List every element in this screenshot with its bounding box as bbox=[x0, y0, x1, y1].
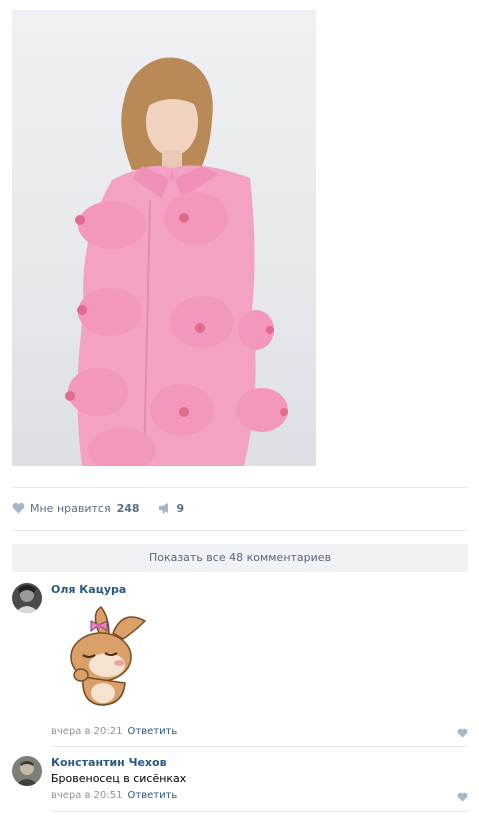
avatar-image bbox=[12, 756, 42, 786]
sticker-image[interactable] bbox=[61, 603, 151, 707]
heart-icon bbox=[457, 728, 468, 738]
megaphone-icon bbox=[158, 503, 168, 514]
divider-bottom bbox=[12, 530, 468, 531]
show-all-comments-button[interactable]: Показать все 48 комментариев bbox=[12, 544, 468, 572]
comment-time[interactable]: вчера в 20:51 bbox=[51, 790, 123, 801]
comment-divider bbox=[51, 746, 468, 747]
avatar[interactable] bbox=[12, 756, 42, 786]
reply-button[interactable]: Ответить bbox=[128, 726, 178, 737]
comment-like-button[interactable] bbox=[457, 792, 468, 805]
comment-divider bbox=[51, 811, 468, 812]
like-button[interactable]: Мне нравится 248 bbox=[12, 502, 140, 515]
comment-author[interactable]: Оля Кацура bbox=[51, 583, 468, 596]
comment-like-button[interactable] bbox=[457, 728, 468, 741]
share-count: 9 bbox=[176, 501, 185, 515]
comment-meta: вчера в 20:21 Ответить bbox=[51, 725, 177, 738]
comment-item: Константин Чехов Бровеносец в сисёнках в… bbox=[12, 756, 468, 806]
avatar[interactable] bbox=[12, 583, 42, 613]
post-actions: Мне нравится 248 9 bbox=[12, 498, 184, 518]
divider-top bbox=[12, 487, 468, 488]
comment-author[interactable]: Константин Чехов bbox=[51, 756, 468, 769]
like-label: Мне нравится bbox=[30, 501, 111, 515]
heart-icon bbox=[12, 502, 25, 514]
post-photo[interactable] bbox=[12, 10, 316, 466]
comment-text: Бровеносец в сисёнках bbox=[51, 772, 187, 785]
comment-body: Оля Кацура bbox=[51, 583, 468, 596]
comment-time[interactable]: вчера в 20:21 bbox=[51, 726, 123, 737]
comment-body: Константин Чехов Бровеносец в сисёнках в… bbox=[51, 756, 468, 802]
reply-button[interactable]: Ответить bbox=[128, 790, 178, 801]
like-count: 248 bbox=[116, 501, 140, 515]
post-photo-illustration bbox=[65, 57, 288, 466]
comment-meta: вчера в 20:51 Ответить bbox=[51, 789, 468, 802]
heart-icon bbox=[457, 792, 468, 802]
avatar-image bbox=[12, 583, 42, 613]
bunny-sticker-illustration bbox=[70, 606, 147, 706]
comment-item: Оля Кацура вчера в 20:21 Ответить bbox=[12, 583, 468, 743]
share-button[interactable]: 9 bbox=[158, 501, 185, 515]
